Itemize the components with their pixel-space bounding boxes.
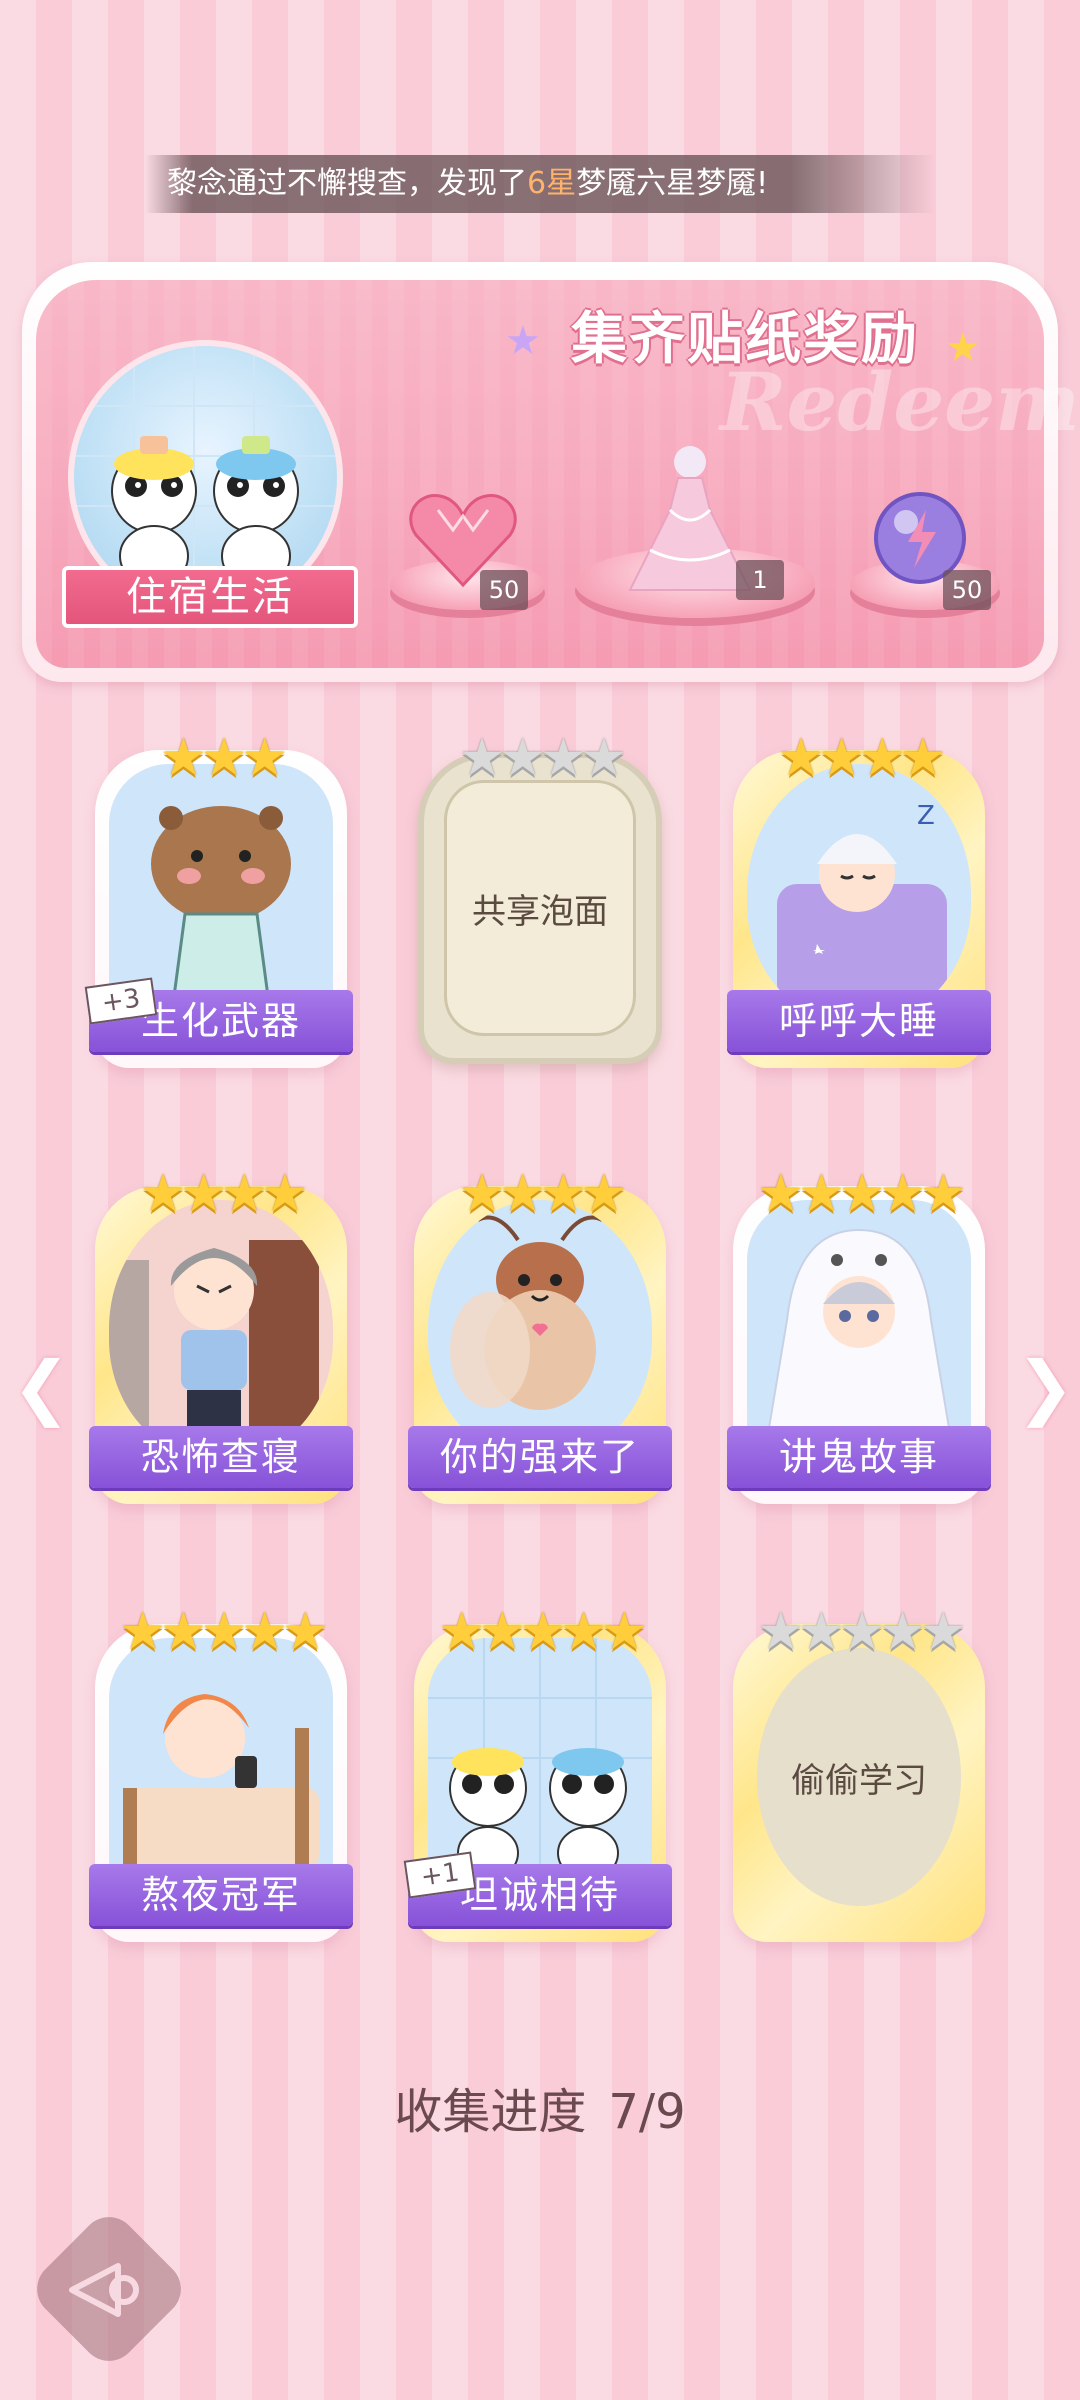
star-rating: ★★★ — [160, 728, 288, 788]
banner-title: 集齐贴纸奖励 — [571, 307, 919, 372]
collection-progress: 收集进度 7/9 — [0, 2072, 1080, 2142]
sticker-card[interactable]: ★★★★★ 讲鬼故事 — [727, 1164, 991, 1504]
prev-page-chevron-icon[interactable]: ❮ — [12, 1346, 71, 1428]
discovery-notice: 黎念通过不懈搜查，发现了6星梦魇六星梦魇! — [145, 155, 935, 213]
sticker-label: 你的强来了 — [408, 1426, 672, 1488]
sticker-card[interactable]: Z ★★★★ 呼呼大睡 — [727, 728, 991, 1068]
star-rating: ★★★★★ — [119, 1602, 328, 1662]
star-rating: ★★★★ — [139, 1164, 308, 1224]
reward-count: 50 — [480, 570, 528, 610]
sticker-label: 共享泡面 — [472, 891, 608, 932]
sticker-art: Z — [747, 764, 971, 1022]
star-rating: ★★★★ — [458, 1164, 627, 1224]
sticker-card[interactable]: ★★★★★ 坦诚相待 +1 — [403, 1602, 672, 1942]
star-rating: ★★★★ — [458, 728, 627, 788]
sticker-label: 偷偷学习 — [791, 1760, 927, 1801]
purple-star-icon: ★ — [505, 318, 541, 364]
sticker-art — [747, 1200, 971, 1458]
night-owl-illustration — [123, 1694, 319, 1878]
theme-label: 住宿生活 — [62, 566, 358, 628]
progress-value: 7/9 — [608, 2084, 686, 2140]
sticker-card-locked[interactable]: 偷偷学习 ★★★★★ — [733, 1602, 985, 1942]
yellow-star-icon: ★ — [945, 325, 981, 371]
sticker-label: 熬夜冠军 — [89, 1864, 353, 1926]
locked-placeholder: 偷偷学习 — [757, 1648, 961, 1906]
notice-highlight: 6星 — [527, 166, 577, 201]
back-arrow-icon[interactable] — [58, 2240, 158, 2340]
sticker-label: 恐怖查寝 — [89, 1426, 353, 1488]
sticker-art — [428, 1200, 652, 1458]
sticker-label: 讲鬼故事 — [727, 1426, 991, 1488]
star-rating: ★★★★★ — [438, 1602, 647, 1662]
sticker-card[interactable]: ★★★★ 你的强来了 — [408, 1164, 672, 1504]
sticker-label: 呼呼大睡 — [727, 990, 991, 1052]
star-rating: ★★★★ — [777, 728, 946, 788]
star-rating: ★★★★★ — [757, 1602, 966, 1662]
sticker-art — [109, 1638, 333, 1896]
dorm-matron-illustration — [109, 1240, 319, 1440]
star-rating: ★★★★★ — [757, 1164, 966, 1224]
sticker-card-locked[interactable]: 共享泡面 ★★★★ — [414, 728, 666, 1068]
sleeping-boy-illustration: Z — [777, 801, 947, 1004]
reward-count: 50 — [943, 570, 991, 610]
progress-label: 收集进度 — [394, 2084, 587, 2140]
sticker-card[interactable]: ★★★★ 恐怖查寝 — [89, 1164, 353, 1504]
cockroach-illustration — [450, 1215, 603, 1410]
reward-count: 1 — [736, 560, 784, 600]
svg-text:Z: Z — [917, 801, 935, 831]
sticker-card[interactable]: ★★★ 生化武器 +3 — [84, 728, 353, 1068]
ghost-costume-illustration — [765, 1228, 953, 1441]
notice-prefix: 黎念通过不懈搜查，发现了 — [167, 166, 527, 201]
next-page-chevron-icon[interactable]: ❯ — [1016, 1346, 1075, 1428]
notice-suffix: 梦魇六星梦魇! — [576, 166, 769, 201]
sticker-art — [109, 1200, 333, 1458]
sticker-card[interactable]: ★★★★★ 熬夜冠军 — [89, 1602, 353, 1942]
locked-frame: 共享泡面 — [418, 752, 662, 1064]
